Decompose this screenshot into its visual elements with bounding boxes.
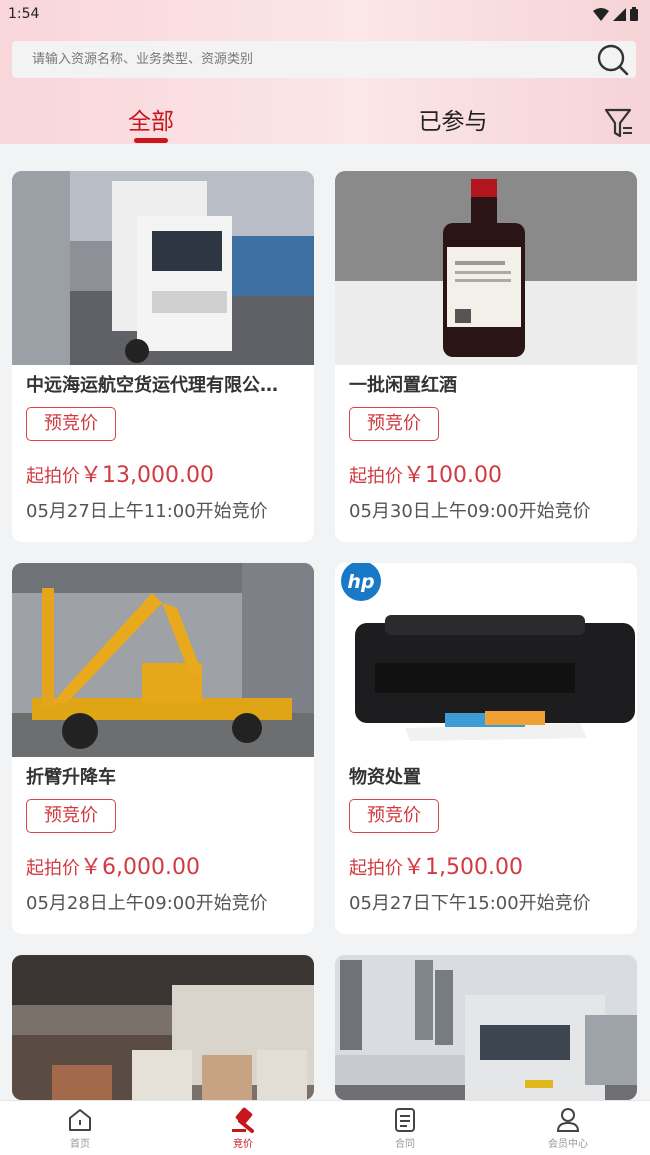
search-bar[interactable] — [12, 41, 636, 78]
item-title: 物资处置 — [349, 767, 421, 788]
price-value: ￥13,000.00 — [80, 463, 214, 488]
start-time: 05月28日上午09:00开始竞价 — [26, 893, 268, 914]
gavel-icon — [232, 1107, 254, 1133]
status-badge: 预竞价 — [26, 799, 116, 833]
auction-card[interactable]: 一批闲置红酒 预竞价 起拍价￥100.00 05月30日上午09:00开始竞价 — [335, 171, 637, 542]
price-label: 起拍价 — [26, 466, 80, 487]
starting-price: 起拍价￥100.00 — [349, 457, 502, 489]
starting-price: 起拍价￥13,000.00 — [26, 457, 214, 489]
auction-card[interactable]: 折臂升降车 预竞价 起拍价￥6,000.00 05月28日上午09:00开始竞价 — [12, 563, 314, 934]
price-value: ￥6,000.00 — [80, 855, 200, 880]
wifi-icon — [593, 7, 609, 21]
search-icon[interactable] — [596, 43, 630, 77]
nav-contract[interactable]: 合同 — [365, 1107, 445, 1150]
start-time: 05月27日上午11:00开始竞价 — [26, 501, 268, 522]
nav-label: 竞价 — [233, 1139, 253, 1150]
document-icon — [395, 1108, 415, 1132]
price-label: 起拍价 — [26, 858, 80, 879]
nav-home[interactable]: 首页 — [40, 1107, 120, 1150]
battery-icon — [630, 7, 638, 21]
search-input[interactable] — [32, 52, 572, 67]
price-label: 起拍价 — [349, 466, 403, 487]
item-photo — [335, 955, 637, 1100]
auction-card[interactable] — [335, 955, 637, 1100]
bottom-nav: 首页 竞价 合同 会员中心 — [0, 1100, 650, 1155]
starting-price: 起拍价￥6,000.00 — [26, 849, 200, 881]
nav-member-center[interactable]: 会员中心 — [528, 1107, 608, 1150]
filter-icon[interactable] — [604, 106, 634, 140]
tab-joined[interactable]: 已参与 — [408, 102, 498, 136]
nav-bidding[interactable]: 竞价 — [203, 1107, 283, 1150]
tab-active-indicator — [134, 138, 168, 143]
item-photo — [12, 171, 314, 365]
hp-logo-text: hp — [347, 571, 374, 593]
tab-bar: 全部 已参与 — [0, 96, 650, 144]
status-badge: 预竞价 — [26, 407, 116, 441]
item-photo: hp — [335, 563, 637, 757]
start-time: 05月27日下午15:00开始竞价 — [349, 893, 591, 914]
item-photo — [335, 171, 637, 365]
item-title: 中远海运航空货运代理有限公… — [26, 375, 278, 396]
user-icon — [556, 1108, 580, 1132]
nav-label: 会员中心 — [548, 1139, 588, 1150]
item-title: 折臂升降车 — [26, 767, 116, 788]
price-label: 起拍价 — [349, 858, 403, 879]
auction-card[interactable] — [12, 955, 314, 1100]
status-time: 1:54 — [8, 6, 40, 22]
status-bar: 1:54 — [0, 0, 650, 28]
auction-card[interactable]: 中远海运航空货运代理有限公… 预竞价 起拍价￥13,000.00 05月27日上… — [12, 171, 314, 542]
signal-icon — [613, 7, 626, 21]
item-photo — [12, 563, 314, 757]
price-value: ￥1,500.00 — [403, 855, 523, 880]
tab-all[interactable]: 全部 — [118, 102, 184, 136]
price-value: ￥100.00 — [403, 463, 502, 488]
status-badge: 预竞价 — [349, 407, 439, 441]
auction-card[interactable]: hp 物资处置 预竞价 起拍价￥1,500.00 05月27日下午15:00开始… — [335, 563, 637, 934]
home-icon — [69, 1109, 91, 1131]
start-time: 05月30日上午09:00开始竞价 — [349, 501, 591, 522]
nav-label: 合同 — [395, 1139, 415, 1150]
item-photo — [12, 955, 314, 1100]
starting-price: 起拍价￥1,500.00 — [349, 849, 523, 881]
status-icons — [593, 7, 638, 21]
item-title: 一批闲置红酒 — [349, 375, 457, 396]
status-badge: 预竞价 — [349, 799, 439, 833]
nav-label: 首页 — [70, 1139, 90, 1150]
